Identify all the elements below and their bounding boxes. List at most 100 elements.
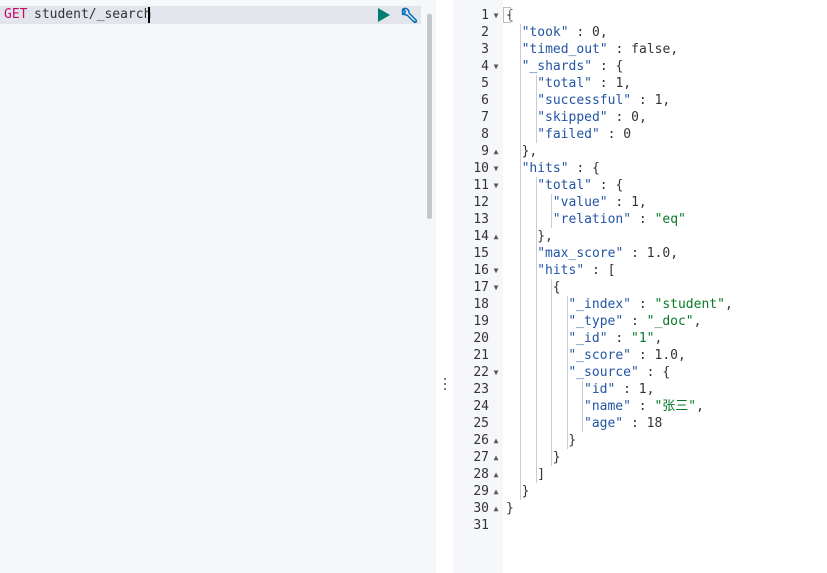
line-number: 19 — [473, 314, 489, 329]
json-punct: , — [724, 297, 733, 312]
line-number: 18 — [473, 297, 489, 312]
wrench-icon[interactable] — [400, 7, 418, 25]
json-key: "failed" — [537, 127, 600, 142]
json-punct: ] — [537, 467, 546, 482]
fold-expand-icon[interactable]: ▲ — [492, 500, 500, 517]
line-number: 30 — [473, 501, 489, 516]
json-punct: : — [623, 416, 647, 431]
indent-guide — [520, 24, 521, 500]
json-punct: }, — [521, 144, 538, 159]
json-punct: , — [623, 76, 632, 91]
fold-collapse-icon[interactable]: ▼ — [492, 364, 500, 381]
code-line: "total" : { — [537, 177, 623, 194]
code-line: } — [553, 449, 561, 466]
json-num: 1 — [638, 382, 647, 397]
json-str: "_doc" — [646, 314, 694, 329]
code-line: "_type" : "_doc", — [568, 313, 701, 330]
fold-expand-icon[interactable]: ▲ — [492, 143, 500, 160]
fold-expand-icon[interactable]: ▲ — [492, 432, 500, 449]
json-punct: } — [552, 450, 561, 465]
fold-collapse-icon[interactable]: ▼ — [492, 279, 500, 296]
json-str: "1" — [631, 331, 655, 346]
line-number: 29 — [473, 484, 489, 499]
json-key: "_shards" — [521, 59, 593, 74]
json-key: "_score" — [568, 348, 632, 363]
indent-guide — [582, 381, 584, 432]
json-punct: : — [607, 110, 632, 125]
json-punct: : — [607, 195, 632, 210]
response-viewer[interactable]: {"took" : 0, "timed_out" : false, "_shards… — [503, 0, 827, 573]
json-punct: } — [568, 433, 577, 448]
indent-guide — [535, 75, 537, 143]
json-punct: : — [631, 348, 655, 363]
fold-collapse-icon[interactable]: ▼ — [492, 58, 500, 75]
json-key: "age" — [584, 416, 624, 431]
json-num: 0 — [631, 110, 639, 125]
json-key: "_id" — [568, 331, 608, 346]
json-num: 1 — [631, 195, 639, 210]
fold-expand-icon[interactable]: ▲ — [492, 466, 500, 483]
json-num: 18 — [646, 416, 663, 431]
code-line: "_index" : "student", — [568, 296, 732, 313]
code-line: "_source" : { — [568, 364, 670, 381]
line-number: 5 — [481, 76, 489, 91]
json-punct: , — [638, 110, 647, 125]
json-punct: , — [670, 246, 679, 261]
line-number: 21 — [473, 348, 489, 363]
fold-expand-icon[interactable]: ▲ — [492, 483, 500, 500]
json-key: "max_score" — [537, 246, 624, 261]
play-icon[interactable] — [376, 7, 392, 23]
resize-handle[interactable] — [443, 378, 447, 394]
json-punct: : — [568, 25, 593, 40]
json-punct: , — [654, 331, 663, 346]
line-number: 20 — [473, 331, 489, 346]
line-number: 2 — [481, 25, 489, 40]
fold-collapse-icon[interactable]: ▼ — [492, 160, 500, 177]
json-punct: : { — [592, 59, 624, 74]
json-punct: : — [623, 246, 647, 261]
line-number: 22 — [473, 365, 489, 380]
json-num: 0 — [592, 25, 600, 40]
json-punct: , — [677, 348, 686, 363]
json-str: "张三" — [654, 399, 697, 414]
request-method[interactable]: GET — [4, 7, 27, 23]
json-punct: : { — [591, 178, 624, 193]
request-line[interactable]: GET student/_search — [0, 6, 421, 24]
line-number: 15 — [473, 246, 489, 261]
fold-expand-icon[interactable]: ▲ — [492, 228, 500, 245]
line-number: 31 — [473, 518, 489, 533]
json-punct: , — [599, 25, 608, 40]
code-line: "hits" : [ — [537, 262, 615, 279]
code-line: "id" : 1, — [584, 381, 654, 398]
json-punct: : [ — [584, 263, 616, 278]
json-key: "id" — [584, 382, 616, 397]
code-line: "failed" : 0 — [537, 126, 631, 143]
line-number: 17 — [473, 280, 489, 295]
code-line: "successful" : 1, — [537, 92, 670, 109]
request-path[interactable]: student/_search — [34, 7, 151, 23]
code-line: "_id" : "1", — [568, 330, 662, 347]
line-number: 16 — [473, 263, 489, 278]
line-number: 27 — [473, 450, 489, 465]
line-number: 7 — [481, 110, 489, 125]
json-key: "total" — [537, 76, 592, 91]
line-number: 10 — [473, 161, 489, 176]
line-number: 8 — [481, 127, 489, 142]
fold-collapse-icon[interactable]: ▼ — [492, 177, 500, 194]
json-key: "took" — [521, 25, 569, 40]
json-punct: , — [696, 399, 704, 414]
code-line: { — [553, 279, 561, 296]
scrollbar[interactable] — [427, 14, 432, 219]
fold-collapse-icon[interactable]: ▼ — [492, 7, 500, 24]
code-line: "value" : 1, — [553, 194, 647, 211]
fold-expand-icon[interactable]: ▲ — [492, 449, 500, 466]
line-number: 14 — [473, 229, 489, 244]
json-key: "relation" — [552, 212, 632, 227]
code-line: "max_score" : 1.0, — [537, 245, 678, 262]
request-editor[interactable]: GET student/_search — [0, 0, 436, 573]
fold-collapse-icon[interactable]: ▼ — [492, 262, 500, 279]
code-line: } — [522, 483, 530, 500]
line-number: 3 — [481, 42, 489, 57]
line-number: 9 — [481, 144, 489, 159]
json-str: "eq" — [654, 212, 686, 227]
